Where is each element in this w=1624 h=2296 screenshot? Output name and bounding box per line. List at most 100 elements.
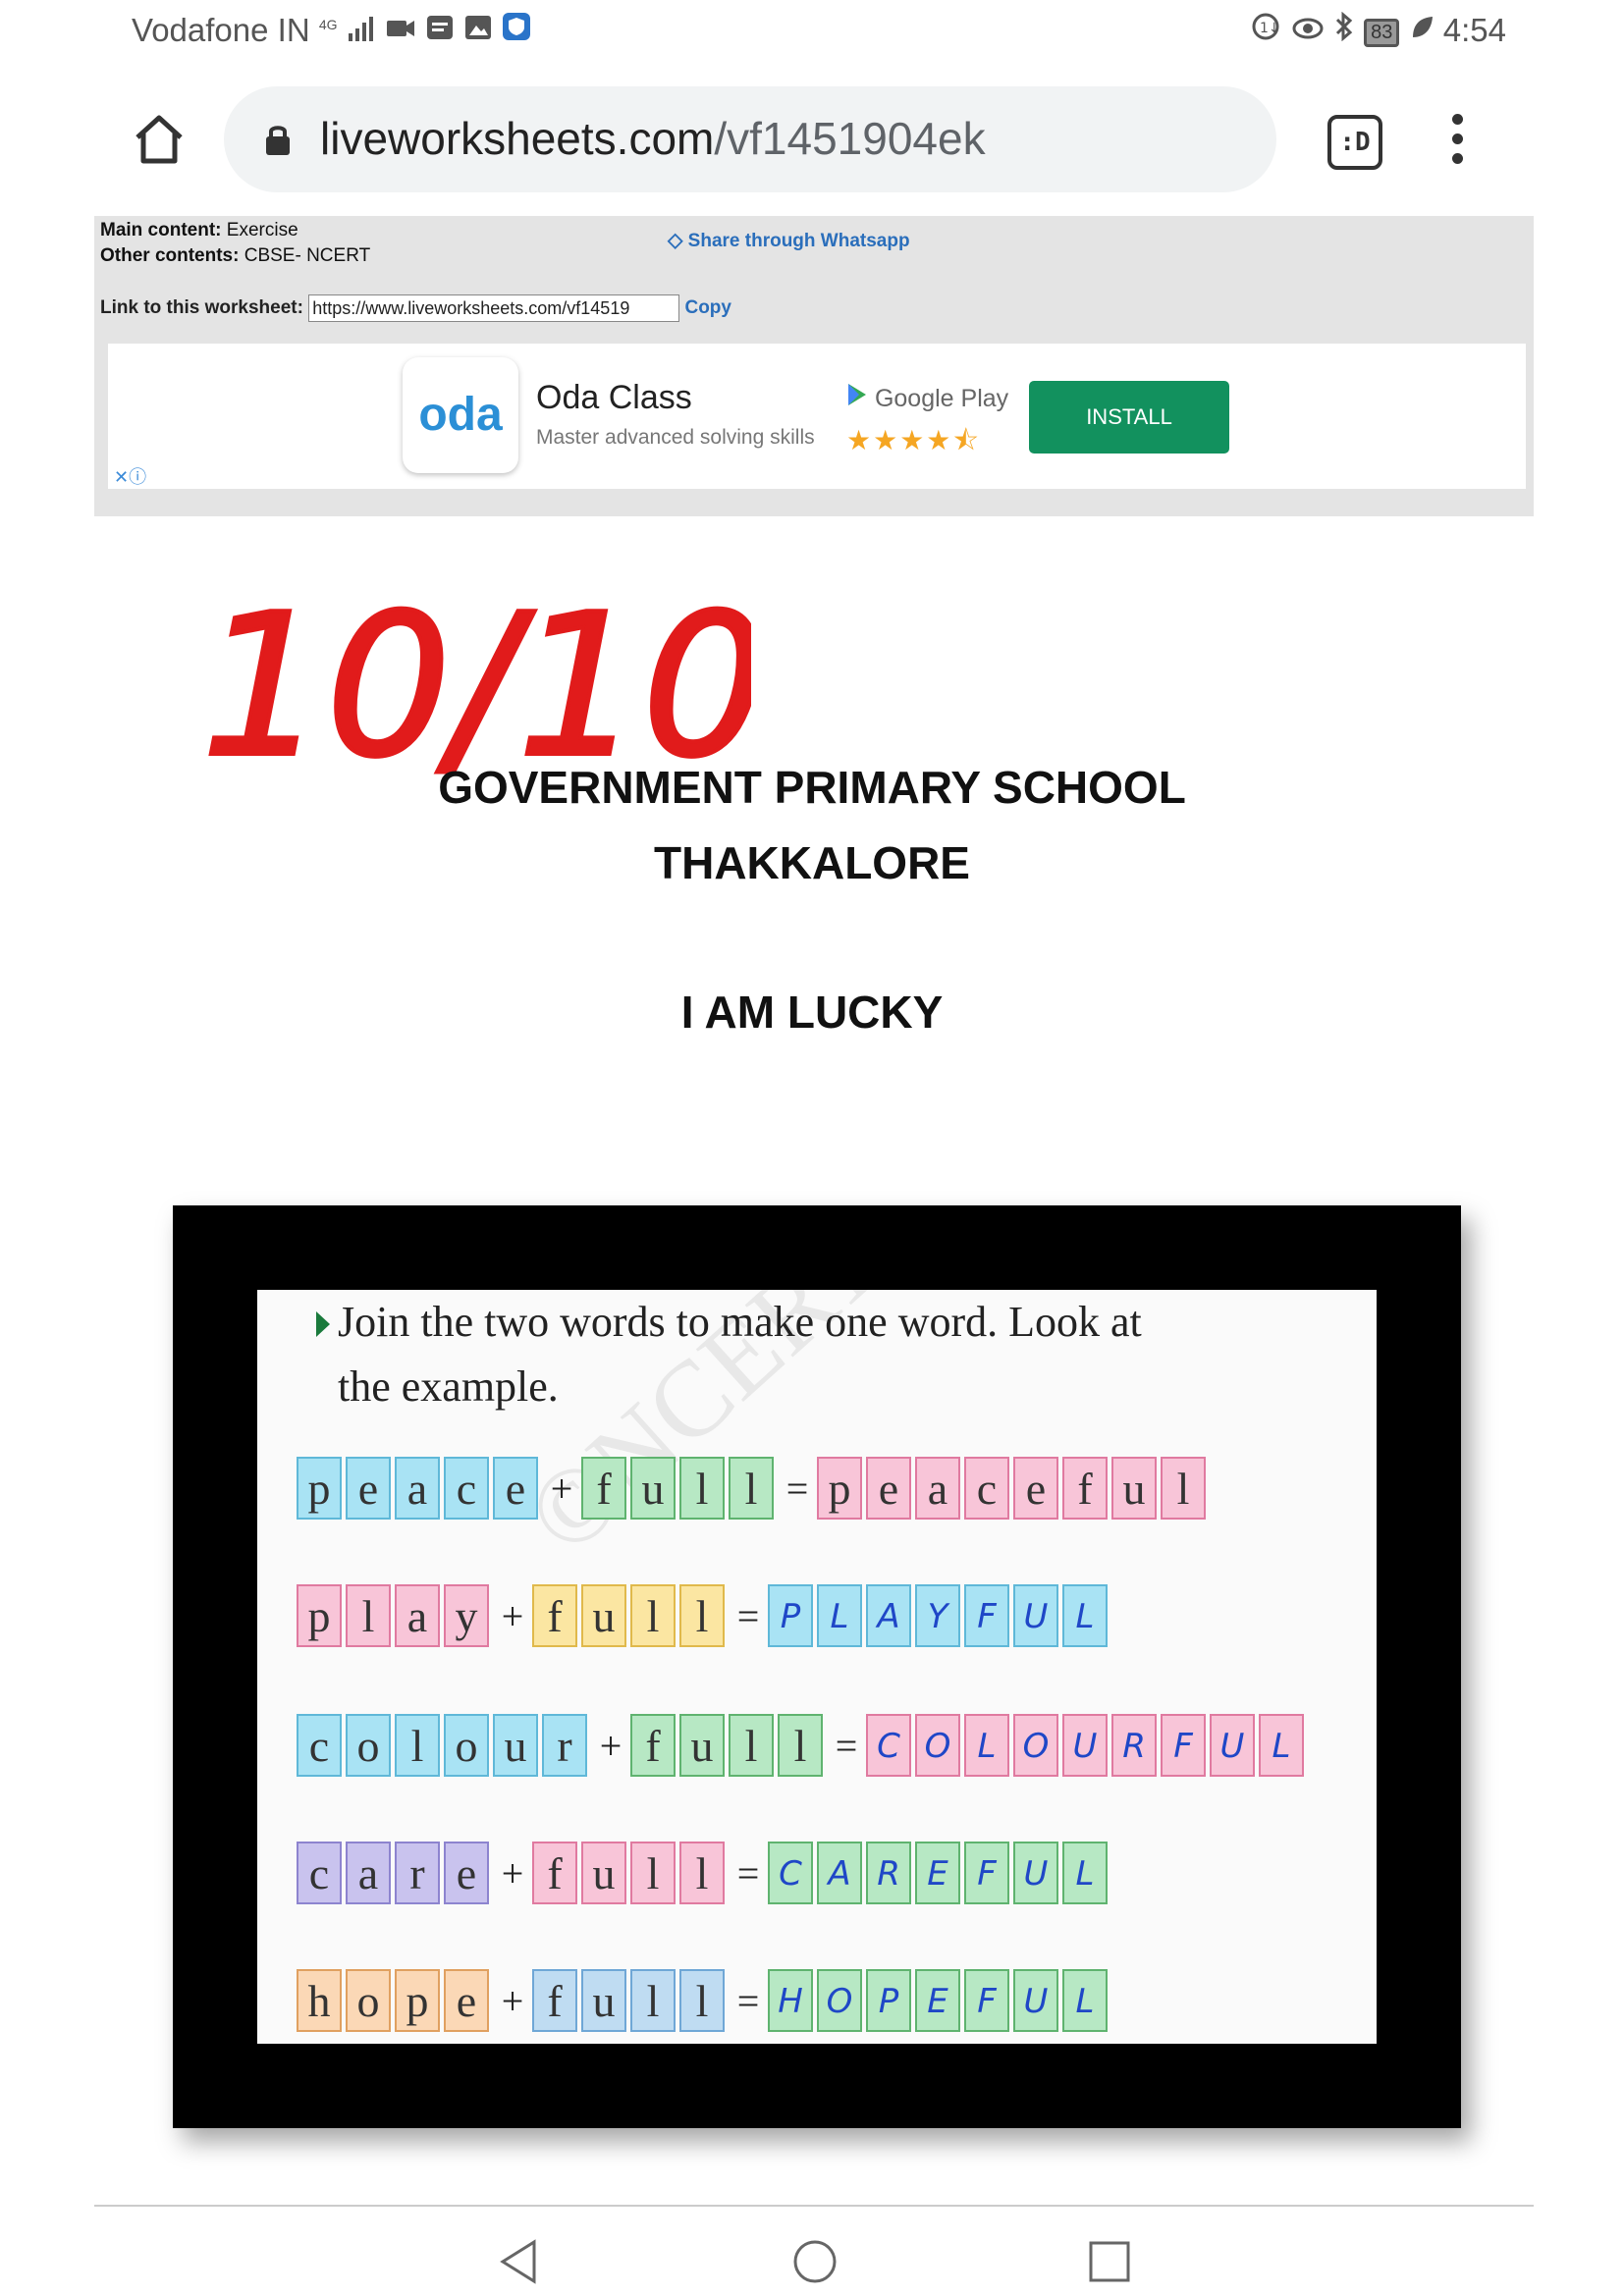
oda-logo: oda (403, 357, 518, 473)
letter-tile: u (581, 1969, 626, 2032)
letter-tile: l (630, 1584, 676, 1647)
letter-tile[interactable]: L (1062, 1969, 1108, 2032)
letter-tile[interactable]: O (817, 1969, 862, 2032)
letter-tile: f (581, 1457, 626, 1520)
share-whatsapp-link[interactable]: ◇ Share through Whatsapp (668, 228, 910, 252)
copy-link-button[interactable]: Copy (684, 297, 731, 318)
letter-tile[interactable]: L (964, 1714, 1009, 1777)
carrier-name: Vodafone IN (132, 12, 310, 48)
letter-tile: h (297, 1969, 342, 2032)
letter-tile[interactable]: L (1259, 1714, 1304, 1777)
base-word: hope (297, 1969, 493, 2032)
bullet-arrow-icon (316, 1311, 330, 1337)
clock: 4:54 (1442, 12, 1506, 48)
letter-tile[interactable]: H (768, 1969, 813, 2032)
answer-field[interactable]: COLOURFUL (866, 1714, 1308, 1777)
letter-tile[interactable]: U (1013, 1584, 1058, 1647)
answer-field[interactable]: CAREFUL (768, 1842, 1111, 1904)
letter-tile: a (395, 1457, 440, 1520)
letter-tile[interactable]: P (768, 1584, 813, 1647)
letter-tile[interactable]: R (866, 1842, 911, 1904)
letter-tile[interactable]: L (817, 1584, 862, 1647)
letter-tile[interactable]: A (817, 1842, 862, 1904)
letter-tile: l (778, 1714, 823, 1777)
letter-tile: l (679, 1969, 725, 2032)
bluetooth-icon (1333, 11, 1355, 49)
overflow-menu-button[interactable] (1449, 114, 1465, 169)
letter-tile: e (493, 1457, 538, 1520)
letter-tile[interactable]: L (1062, 1842, 1108, 1904)
letter-tile: u (630, 1457, 676, 1520)
main-content-line: Main content: Exercise (100, 220, 298, 241)
exercise-row: h o p e + f u l l = H O P E F U L (297, 1969, 1111, 2038)
ad-close-icon[interactable]: ✕ⓘ (114, 463, 146, 489)
letter-tile: u (1111, 1457, 1157, 1520)
letter-tile: f (532, 1584, 577, 1647)
letter-tile: f (1062, 1457, 1108, 1520)
letter-tile: o (346, 1714, 391, 1777)
letter-tile: r (542, 1714, 587, 1777)
letter-tile: p (297, 1584, 342, 1647)
letter-tile[interactable]: R (1111, 1714, 1157, 1777)
equals-sign: = (736, 1978, 760, 2023)
url-host: liveworksheets.com (320, 113, 715, 164)
exercise-row: p e a c e + f u l l = p e a c e f u l (297, 1457, 1210, 1525)
letter-tile[interactable]: P (866, 1969, 911, 2032)
letter-tile[interactable]: O (915, 1714, 960, 1777)
home-nav-button[interactable] (791, 2238, 839, 2285)
other-contents-line: Other contents: CBSE- NCERT (100, 245, 370, 267)
plus-sign: + (501, 1593, 524, 1638)
exercise-row: c o l o u r + f u l l = C O L O U R F U L (297, 1714, 1308, 1783)
network-type: 4G (318, 17, 338, 32)
letter-tile[interactable]: C (866, 1714, 911, 1777)
install-button[interactable]: INSTALL (1029, 381, 1229, 454)
letter-tile: c (964, 1457, 1009, 1520)
letter-tile[interactable]: A (866, 1584, 911, 1647)
letter-tile: l (679, 1584, 725, 1647)
exercise-card: ©NCERT not to be republished Join the tw… (257, 1290, 1377, 2044)
home-button[interactable] (130, 110, 189, 169)
letter-tile[interactable]: E (915, 1842, 960, 1904)
letter-tile[interactable]: O (1013, 1714, 1058, 1777)
main-content-value: Exercise (221, 220, 298, 240)
battery-icon: 83 (1364, 18, 1400, 47)
answer-field[interactable]: HOPEFUL (768, 1969, 1111, 2032)
google-play-icon (848, 384, 866, 405)
letter-tile: c (297, 1842, 342, 1904)
address-bar[interactable]: liveworksheets.com/vf1451904ek (224, 86, 1276, 192)
suffix-word: full (532, 1969, 729, 2032)
letter-tile: e (1013, 1457, 1058, 1520)
letter-tile[interactable]: U (1013, 1969, 1058, 2032)
back-button[interactable] (497, 2238, 544, 2285)
recents-button[interactable] (1086, 2238, 1133, 2285)
letter-tile[interactable]: E (915, 1969, 960, 2032)
letter-tile[interactable]: U (1013, 1842, 1058, 1904)
letter-tile[interactable]: F (964, 1842, 1009, 1904)
letter-tile: c (297, 1714, 342, 1777)
letter-tile[interactable]: U (1062, 1714, 1108, 1777)
ad-banner[interactable]: oda Oda Class Master advanced solving sk… (108, 344, 1526, 489)
letter-tile: p (395, 1969, 440, 2032)
lock-icon (263, 122, 293, 157)
answer-field[interactable]: PLAYFUL (768, 1584, 1111, 1647)
letter-tile[interactable]: U (1210, 1714, 1255, 1777)
status-bar: Vodafone IN 4G 1↓ 83 4:54 (0, 0, 1624, 69)
letter-tile[interactable]: F (964, 1584, 1009, 1647)
letter-tile: f (532, 1842, 577, 1904)
video-icon (385, 12, 416, 49)
letter-tile[interactable]: L (1062, 1584, 1108, 1647)
letter-tile: p (817, 1457, 862, 1520)
letter-tile: l (630, 1969, 676, 2032)
letter-tile[interactable]: F (964, 1969, 1009, 2032)
eye-comfort-icon (1291, 12, 1325, 49)
letter-tile: e (444, 1842, 489, 1904)
share-whatsapp-label: Share through Whatsapp (687, 231, 910, 251)
letter-tile: r (395, 1842, 440, 1904)
letter-tile[interactable]: Y (915, 1584, 960, 1647)
equals-sign: = (736, 1850, 760, 1896)
tab-switcher-button[interactable]: :D (1327, 115, 1382, 170)
worksheet-link-field[interactable]: https://www.liveworksheets.com/vf14519 (308, 294, 680, 322)
base-word: care (297, 1842, 493, 1904)
letter-tile[interactable]: F (1161, 1714, 1206, 1777)
letter-tile[interactable]: C (768, 1842, 813, 1904)
